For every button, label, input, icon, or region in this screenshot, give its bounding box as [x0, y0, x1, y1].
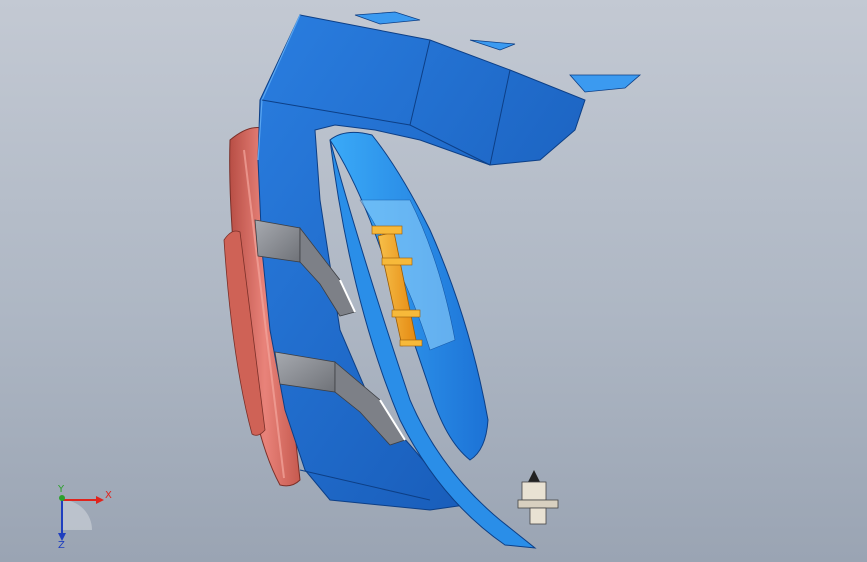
cad-model[interactable]	[0, 0, 867, 562]
3d-viewport[interactable]: X Y Z	[0, 0, 867, 562]
fastener[interactable]	[517, 470, 559, 525]
axis-triad: X Y Z	[57, 484, 112, 548]
y-axis-label: Y	[57, 484, 65, 495]
x-axis-label: X	[105, 490, 112, 501]
triad-plane	[62, 500, 92, 530]
x-axis-arrow-icon	[96, 496, 104, 504]
y-axis-marker	[59, 495, 65, 501]
z-axis-label: Z	[58, 540, 65, 548]
